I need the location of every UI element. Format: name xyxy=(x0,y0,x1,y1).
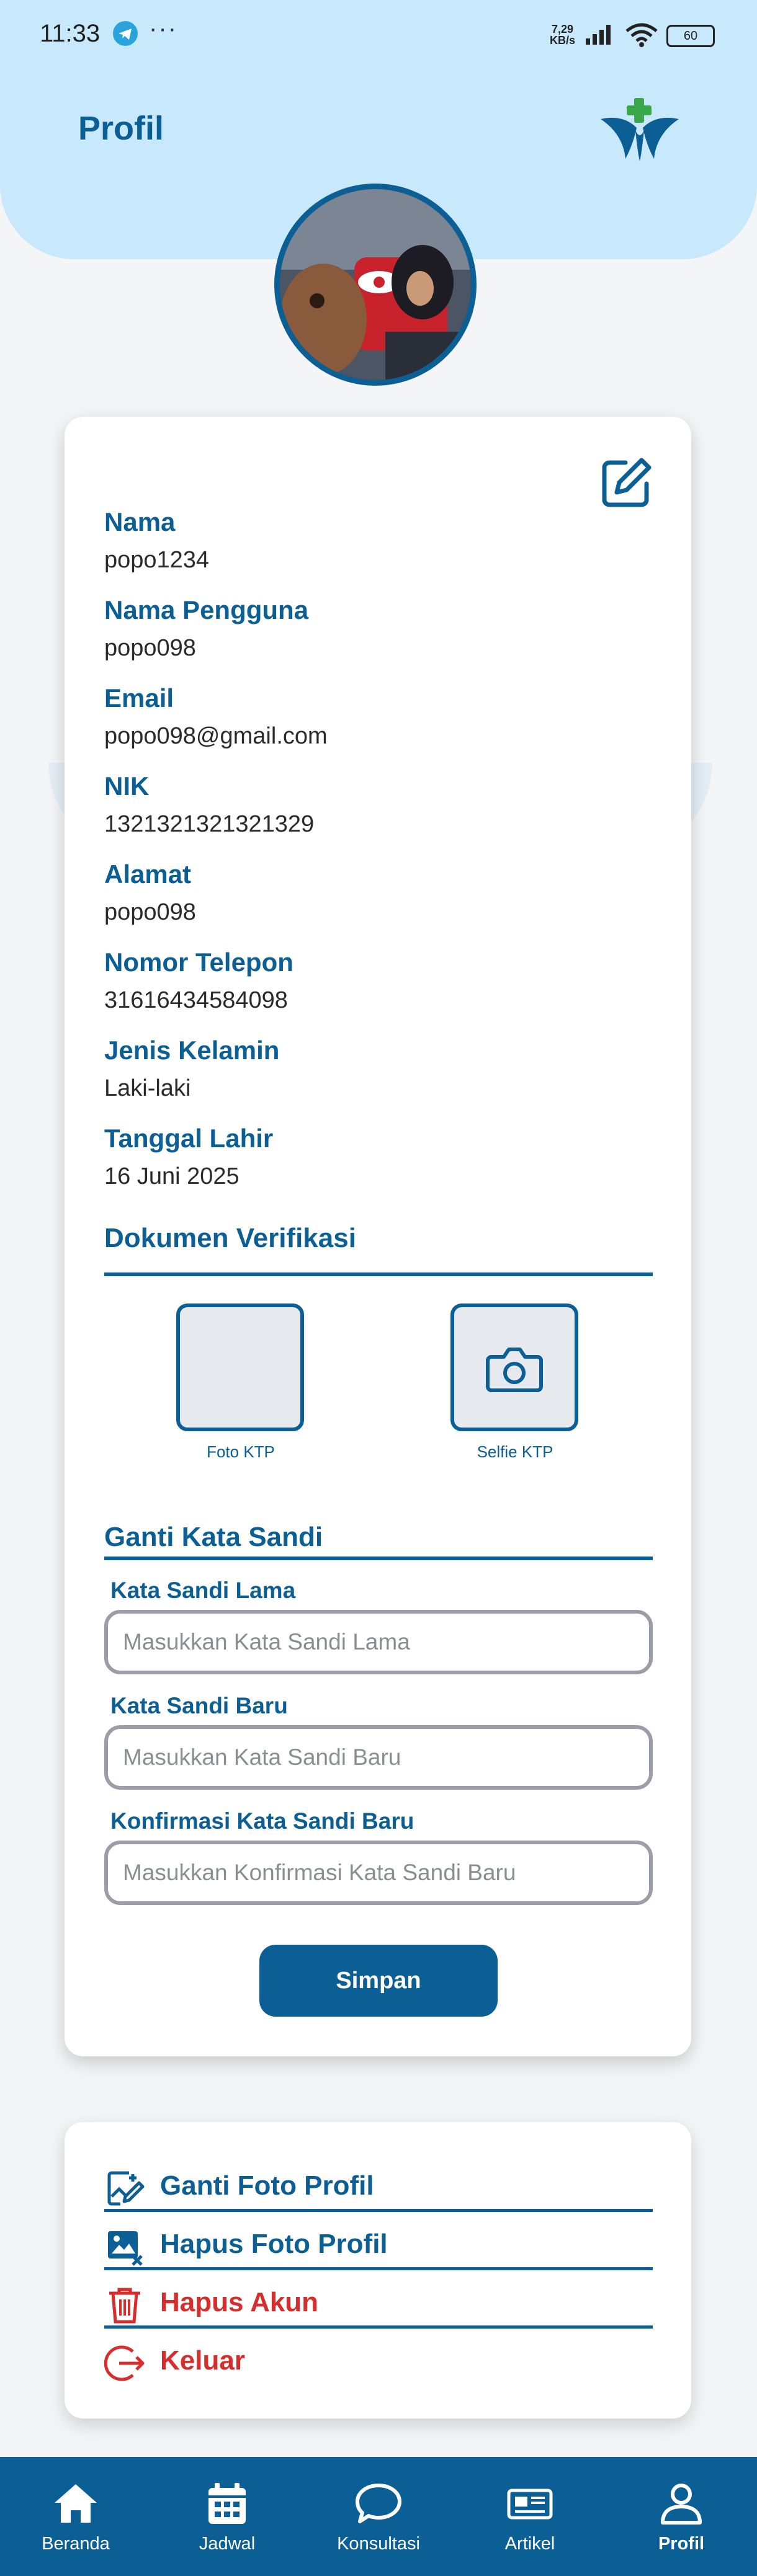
network-speed: 7,29 KB/s xyxy=(550,24,575,46)
menu-divider xyxy=(104,2325,653,2329)
field-value-nomor-telepon: 31616434584098 xyxy=(104,987,288,1013)
network-speed-unit: KB/s xyxy=(550,34,576,47)
signal-icon xyxy=(586,25,611,45)
remove-photo-icon xyxy=(108,2231,143,2266)
nav-item-konsultasi[interactable]: Konsultasi xyxy=(316,2457,441,2576)
page-title: Profil xyxy=(78,110,164,147)
old-password-label: Kata Sandi Lama xyxy=(110,1578,296,1603)
app-logo-icon xyxy=(601,98,679,161)
chat-icon xyxy=(356,2484,401,2523)
delete-account-label: Hapus Akun xyxy=(160,2287,319,2317)
profile-avatar[interactable] xyxy=(274,184,477,386)
save-button[interactable]: Simpan xyxy=(259,1945,498,2017)
change-password-divider xyxy=(104,1557,653,1560)
field-label-email: Email xyxy=(104,683,174,713)
menu-divider xyxy=(104,2267,653,2270)
wifi-icon xyxy=(625,23,658,47)
field-label-jenis-kelamin: Jenis Kelamin xyxy=(104,1036,280,1065)
documents-title: Dokumen Verifikasi xyxy=(104,1223,356,1253)
field-value-tanggal-lahir: 16 Juni 2025 xyxy=(104,1163,240,1189)
edit-icon[interactable] xyxy=(598,454,655,511)
new-password-label: Kata Sandi Baru xyxy=(110,1693,288,1718)
field-value-nama: popo1234 xyxy=(104,547,210,573)
change-password-title: Ganti Kata Sandi xyxy=(104,1522,323,1552)
selfie-ktp-caption: Selfie KTP xyxy=(477,1442,553,1461)
logout-icon xyxy=(104,2345,145,2381)
field-value-jenis-kelamin: Laki-laki xyxy=(104,1075,191,1101)
old-password-input[interactable] xyxy=(104,1610,653,1674)
change-profile-photo-label: Ganti Foto Profil xyxy=(160,2170,374,2201)
confirm-password-label: Konfirmasi Kata Sandi Baru xyxy=(110,1808,414,1834)
trash-icon xyxy=(109,2288,140,2324)
more-notifications-icon: ··· xyxy=(149,15,177,42)
field-label-nama: Nama xyxy=(104,507,176,536)
nav-item-profil[interactable]: Profil xyxy=(619,2457,743,2576)
bottom-navigation: Beranda Jadwal Konsultasi Artikel Profil xyxy=(0,2457,757,2576)
change-photo-icon xyxy=(107,2171,145,2206)
field-value-nama-pengguna: popo098 xyxy=(104,635,196,661)
camera-icon xyxy=(486,1348,543,1392)
nav-label-jadwal: Jadwal xyxy=(199,2534,256,2554)
nav-label-beranda: Beranda xyxy=(42,2534,110,2554)
confirm-password-input[interactable] xyxy=(104,1841,653,1905)
nav-label-konsultasi: Konsultasi xyxy=(337,2534,420,2554)
nav-item-beranda[interactable]: Beranda xyxy=(14,2457,138,2576)
logout-label: Keluar xyxy=(160,2345,245,2376)
delete-account-item[interactable]: Hapus Akun xyxy=(104,2273,653,2332)
documents-divider xyxy=(104,1272,653,1276)
battery-icon: 60 xyxy=(666,25,715,47)
field-label-nomor-telepon: Nomor Telepon xyxy=(104,948,293,977)
field-label-alamat: Alamat xyxy=(104,859,192,889)
nav-item-jadwal[interactable]: Jadwal xyxy=(165,2457,289,2576)
field-value-nik: 1321321321321329 xyxy=(104,811,315,837)
nav-item-artikel[interactable]: Artikel xyxy=(468,2457,592,2576)
article-icon xyxy=(507,2489,553,2520)
nav-label-profil: Profil xyxy=(658,2534,705,2554)
change-profile-photo-item[interactable]: Ganti Foto Profil xyxy=(104,2157,653,2215)
remove-profile-photo-label: Hapus Foto Profil xyxy=(160,2229,388,2259)
status-bar: 11:33 ··· 7,29 KB/s 60 xyxy=(0,0,757,68)
account-actions-card: Ganti Foto Profil Hapus Foto Profil Hapu… xyxy=(65,2122,691,2418)
field-label-tanggal-lahir: Tanggal Lahir xyxy=(104,1124,274,1153)
field-value-alamat: popo098 xyxy=(104,899,196,925)
user-icon xyxy=(661,2484,702,2525)
profile-card: Nama popo1234 Nama Pengguna popo098 Emai… xyxy=(65,417,691,2056)
field-label-nama-pengguna: Nama Pengguna xyxy=(104,595,309,624)
selfie-ktp-box[interactable] xyxy=(450,1304,578,1431)
field-value-email: popo098@gmail.com xyxy=(104,723,328,749)
nav-label-artikel: Artikel xyxy=(504,2534,555,2554)
status-time: 11:33 xyxy=(40,20,101,47)
remove-profile-photo-item[interactable]: Hapus Foto Profil xyxy=(104,2215,653,2273)
home-icon xyxy=(55,2484,97,2523)
ktp-photo-caption: Foto KTP xyxy=(207,1442,275,1461)
logout-item[interactable]: Keluar xyxy=(104,2332,653,2390)
field-label-nik: NIK xyxy=(104,771,150,801)
new-password-input[interactable] xyxy=(104,1725,653,1790)
menu-divider xyxy=(104,2209,653,2212)
ktp-photo-box[interactable] xyxy=(176,1304,304,1431)
network-speed-value: 7,29 xyxy=(551,23,574,35)
calendar-icon xyxy=(208,2483,246,2524)
telegram-icon xyxy=(113,21,138,46)
